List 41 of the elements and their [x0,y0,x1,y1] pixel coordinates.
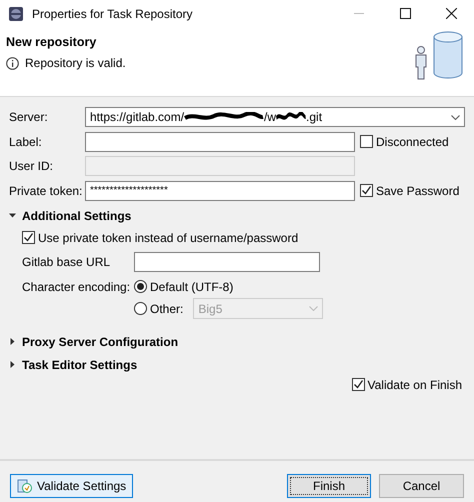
dialog-button[interactable]: Cancel [379,474,464,498]
field-label: Private token: [9,184,84,198]
text-field[interactable]: ******************** [85,180,355,200]
dialog-button[interactable]: Finish [287,474,371,498]
field-label: Character encoding: [22,280,132,294]
text-field[interactable] [85,132,355,152]
collapsed-arrow-icon[interactable] [9,338,16,345]
checkbox[interactable]: Use private token instead of username/password [22,230,298,244]
server-url-text: /w [264,110,276,124]
checkbox[interactable]: Disconnected [360,134,449,148]
validate-icon [17,478,33,494]
field-label: User ID: [9,159,54,173]
dropdown-icon[interactable] [451,114,460,120]
collapsed-arrow-icon[interactable] [9,361,16,368]
server-url-text: https://gitlab.com/ [90,110,184,124]
section-toggle[interactable]: Proxy Server Configuration [9,332,465,350]
expanded-arrow-icon[interactable] [9,212,16,219]
app-icon [8,6,24,22]
status-message: Repository is valid. [25,56,126,70]
validate-button[interactable]: Validate Settings [10,474,134,498]
server-combo[interactable]: https://gitlab.com/ /w .git [85,107,465,127]
section-toggle[interactable]: Task Editor Settings [9,356,465,374]
check-icon [23,232,34,243]
radio-button[interactable]: Other: [134,302,184,316]
redaction-mark [276,112,306,122]
page-title: New repository [6,35,98,49]
field-label: Label: [9,134,43,148]
close-icon[interactable] [446,8,456,19]
checkbox[interactable]: Save Password [360,184,460,198]
check-icon [352,379,364,390]
field-label: Server: [9,110,49,124]
info-icon [6,56,19,70]
field-label: Gitlab base URL [22,255,112,269]
server-url-text: .git [306,110,322,124]
section-toggle[interactable]: Additional Settings [9,206,465,224]
radio-button[interactable]: Default (UTF-8) [134,280,234,294]
window-title: Properties for Task Repository [32,6,193,20]
text-field[interactable] [134,252,320,272]
check-icon [361,185,372,196]
maximize-icon[interactable] [400,8,410,19]
checkbox[interactable]: Validate on Finish [352,378,462,392]
